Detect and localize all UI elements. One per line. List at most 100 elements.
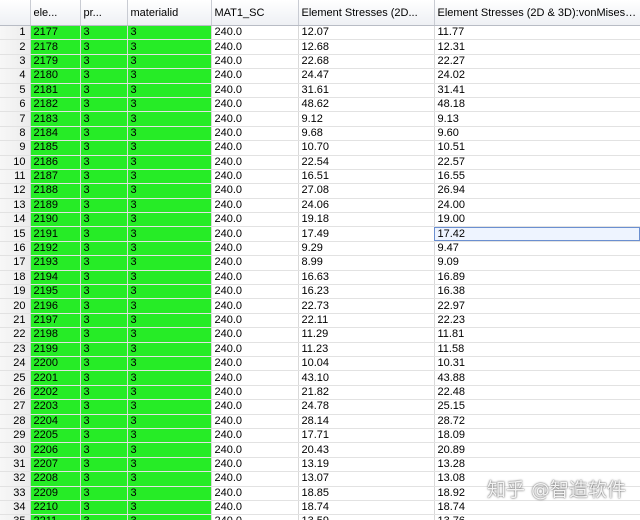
property-id-cell[interactable]: 3: [80, 212, 128, 228]
mat1-sc-cell[interactable]: 240.0: [211, 270, 299, 286]
material-id-cell[interactable]: 3: [127, 198, 212, 214]
mat1-sc-cell[interactable]: 240.0: [211, 126, 299, 142]
property-id-cell[interactable]: 3: [80, 54, 128, 70]
element-stress-cell[interactable]: 16.51: [298, 169, 435, 185]
vonmises-cell[interactable]: 24.00: [434, 198, 640, 214]
mat1-sc-cell[interactable]: 240.0: [211, 83, 299, 98]
table-row[interactable]: 5 2181 3 3 240.0 31.61 31.41: [0, 83, 640, 98]
element-stress-cell[interactable]: 13.19: [298, 457, 435, 473]
mat1-sc-cell[interactable]: 240.0: [211, 385, 299, 401]
mat1-sc-cell[interactable]: 240.0: [211, 298, 299, 314]
material-id-cell[interactable]: 3: [127, 457, 212, 473]
element-id-cell[interactable]: 2207: [30, 457, 81, 473]
element-stress-cell[interactable]: 16.23: [298, 284, 435, 300]
vonmises-cell[interactable]: 9.13: [434, 111, 640, 127]
element-stress-cell[interactable]: 13.59: [298, 514, 435, 520]
vonmises-cell[interactable]: 22.27: [434, 54, 640, 70]
element-stress-cell[interactable]: 24.47: [298, 68, 435, 84]
property-id-cell[interactable]: 3: [80, 370, 128, 386]
element-id-cell[interactable]: 2211: [30, 514, 81, 520]
element-id-cell[interactable]: 2199: [30, 342, 81, 357]
property-id-cell[interactable]: 3: [80, 169, 128, 185]
element-stress-cell[interactable]: 9.68: [298, 126, 435, 142]
element-stress-cell[interactable]: 18.74: [298, 500, 435, 516]
element-stress-cell[interactable]: 11.29: [298, 327, 435, 343]
mat1-sc-cell[interactable]: 240.0: [211, 399, 299, 415]
element-id-cell[interactable]: 2194: [30, 270, 81, 286]
row-number[interactable]: 13: [0, 198, 31, 214]
row-number[interactable]: 7: [0, 111, 31, 127]
corner-header[interactable]: [0, 0, 31, 26]
vonmises-cell[interactable]: 12.31: [434, 39, 640, 55]
material-id-cell[interactable]: 3: [127, 25, 212, 41]
row-number[interactable]: 1: [0, 25, 31, 41]
table-row[interactable]: 1 2177 3 3 240.0 12.07 11.77: [0, 25, 640, 41]
mat1-sc-cell[interactable]: 240.0: [211, 198, 299, 214]
table-row[interactable]: 6 2182 3 3 240.0 48.62 48.18: [0, 97, 640, 113]
mat1-sc-cell[interactable]: 240.0: [211, 442, 299, 458]
element-id-cell[interactable]: 2196: [30, 298, 81, 314]
element-id-cell[interactable]: 2179: [30, 54, 81, 70]
material-id-cell[interactable]: 3: [127, 39, 212, 55]
column-header-materialid[interactable]: materialid: [127, 0, 212, 26]
element-id-cell[interactable]: 2198: [30, 327, 81, 343]
property-id-cell[interactable]: 3: [80, 356, 128, 372]
vonmises-cell[interactable]: 19.00: [434, 212, 640, 228]
element-stress-cell[interactable]: 43.10: [298, 370, 435, 386]
material-id-cell[interactable]: 3: [127, 97, 212, 113]
row-number[interactable]: 24: [0, 356, 31, 372]
element-stress-cell[interactable]: 10.70: [298, 140, 435, 156]
mat1-sc-cell[interactable]: 240.0: [211, 183, 299, 199]
property-id-cell[interactable]: 3: [80, 25, 128, 41]
material-id-cell[interactable]: 3: [127, 54, 212, 70]
element-stress-cell[interactable]: 24.78: [298, 399, 435, 415]
material-id-cell[interactable]: 3: [127, 270, 212, 286]
material-id-cell[interactable]: 3: [127, 226, 212, 242]
row-number[interactable]: 6: [0, 97, 31, 113]
table-row[interactable]: 34 2210 3 3 240.0 18.74 18.74: [0, 500, 640, 516]
table-row[interactable]: 11 2187 3 3 240.0 16.51 16.55: [0, 169, 640, 185]
row-number[interactable]: 14: [0, 212, 31, 228]
mat1-sc-cell[interactable]: 240.0: [211, 327, 299, 343]
table-row[interactable]: 18 2194 3 3 240.0 16.63 16.89: [0, 270, 640, 286]
element-id-cell[interactable]: 2182: [30, 97, 81, 113]
property-id-cell[interactable]: 3: [80, 428, 128, 444]
table-row[interactable]: 14 2190 3 3 240.0 19.18 19.00: [0, 212, 640, 228]
table-row[interactable]: 35221133240.013.5913.76: [0, 514, 640, 520]
element-id-cell[interactable]: 2190: [30, 212, 81, 228]
material-id-cell[interactable]: 3: [127, 298, 212, 314]
vonmises-cell[interactable]: 17.42: [434, 226, 640, 242]
table-row[interactable]: 3 2179 3 3 240.0 22.68 22.27: [0, 54, 640, 70]
vonmises-cell[interactable]: 24.02: [434, 68, 640, 84]
mat1-sc-cell[interactable]: 240.0: [211, 313, 299, 329]
table-row[interactable]: 9 2185 3 3 240.0 10.70 10.51: [0, 140, 640, 156]
row-number[interactable]: 23: [0, 342, 31, 357]
material-id-cell[interactable]: 3: [127, 399, 212, 415]
element-stress-cell[interactable]: 13.07: [298, 471, 435, 487]
element-stress-cell[interactable]: 22.73: [298, 298, 435, 314]
property-id-cell[interactable]: 3: [80, 414, 128, 429]
mat1-sc-cell[interactable]: 240.0: [211, 500, 299, 516]
element-id-cell[interactable]: 2193: [30, 255, 81, 271]
property-id-cell[interactable]: 3: [80, 327, 128, 343]
row-number[interactable]: 19: [0, 284, 31, 300]
material-id-cell[interactable]: 3: [127, 356, 212, 372]
material-id-cell[interactable]: 3: [127, 327, 212, 343]
element-stress-cell[interactable]: 12.07: [298, 25, 435, 41]
element-stress-cell[interactable]: 18.85: [298, 486, 435, 501]
row-number[interactable]: 11: [0, 169, 31, 185]
element-id-cell[interactable]: 2178: [30, 39, 81, 55]
material-id-cell[interactable]: 3: [127, 68, 212, 84]
property-id-cell[interactable]: 3: [80, 226, 128, 242]
mat1-sc-cell[interactable]: 240.0: [211, 414, 299, 429]
table-row[interactable]: 13 2189 3 3 240.0 24.06 24.00: [0, 198, 640, 214]
material-id-cell[interactable]: 3: [127, 414, 212, 429]
table-row[interactable]: 25 2201 3 3 240.0 43.10 43.88: [0, 370, 640, 386]
row-number[interactable]: 28: [0, 414, 31, 429]
vonmises-cell[interactable]: 13.28: [434, 457, 640, 473]
element-id-cell[interactable]: 2181: [30, 83, 81, 98]
mat1-sc-cell[interactable]: 240.0: [211, 356, 299, 372]
element-id-cell[interactable]: 2200: [30, 356, 81, 372]
material-id-cell[interactable]: 3: [127, 255, 212, 271]
vonmises-cell[interactable]: 18.09: [434, 428, 640, 444]
